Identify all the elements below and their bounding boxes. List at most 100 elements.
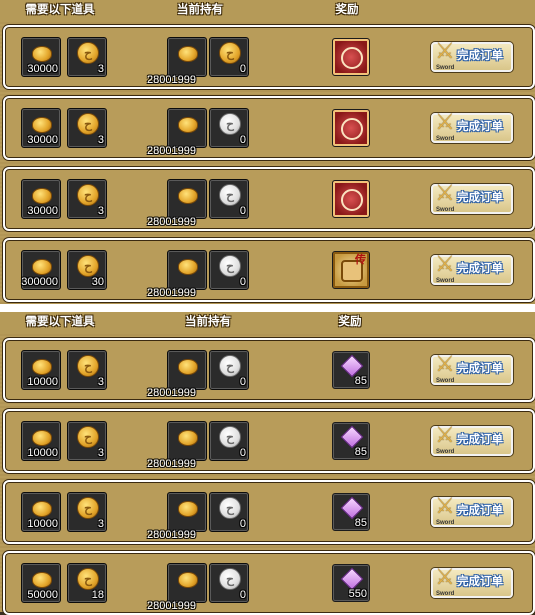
gem-icon: [340, 354, 364, 378]
current-token-slot[interactable]: ح 0: [209, 492, 249, 532]
required-coin-slot[interactable]: 30000: [21, 37, 61, 77]
ticket-icon: [341, 47, 363, 69]
coin-icon: [178, 501, 198, 517]
required-token-slot[interactable]: ح 30: [67, 250, 107, 290]
sword-icon: ⚔: [435, 351, 455, 376]
token-icon: ح: [77, 497, 99, 519]
current-token-slot[interactable]: ح 0: [209, 421, 249, 461]
required-token-slot[interactable]: ح 18: [67, 563, 107, 603]
current-token-slot[interactable]: ح 0: [209, 250, 249, 290]
panel-1-header: 需要以下道具 当前持有 奖励: [0, 0, 535, 22]
token-icon: ح: [77, 426, 99, 448]
complete-order-button[interactable]: ⚔ 完成订单 Sword: [431, 180, 513, 214]
complete-order-button[interactable]: ⚔ 完成订单 Sword: [431, 109, 513, 143]
current-token-count: 0: [239, 205, 246, 217]
required-token-slot[interactable]: ح 3: [67, 37, 107, 77]
current-coin-slot[interactable]: [167, 421, 207, 461]
header-current: 当前持有: [172, 314, 244, 331]
reward-slot[interactable]: 550: [332, 564, 370, 602]
reward-count: 85: [354, 375, 367, 387]
current-coin-slot[interactable]: [167, 350, 207, 390]
token-icon: ح: [219, 568, 241, 590]
complete-order-button[interactable]: ⚔ 完成订单 Sword: [431, 422, 513, 456]
current-coin-count: 28001999: [147, 600, 196, 612]
complete-order-button[interactable]: ⚔ 完成订单 Sword: [431, 38, 513, 72]
required-token-slot[interactable]: ح 3: [67, 421, 107, 461]
order-row: 50000 ح 18 28001999 ح 0 550 ⚔ 完成订单 Sword: [3, 551, 535, 615]
required-coin-count: 10000: [27, 376, 58, 388]
current-token-slot[interactable]: ح 0: [209, 37, 249, 77]
current-coin-slot[interactable]: [167, 563, 207, 603]
sword-icon: ⚔: [435, 180, 455, 205]
reward-slot[interactable]: [332, 109, 370, 147]
reward-count: 550: [348, 588, 367, 600]
required-token-count: 3: [97, 134, 104, 146]
button-sub-label: Sword: [436, 136, 455, 142]
reward-count: 85: [354, 446, 367, 458]
required-token-count: 3: [97, 518, 104, 530]
reward-slot[interactable]: [332, 180, 370, 218]
required-token-slot[interactable]: ح 3: [67, 350, 107, 390]
panel-2-header: 需要以下道具 当前持有 奖励: [0, 312, 535, 334]
order-row: 30000 ح 3 28001999 ح 0 ⚔ 完成订单 Sword: [3, 25, 535, 89]
complete-order-label: 完成订单: [457, 263, 503, 275]
complete-order-button[interactable]: ⚔ 完成订单 Sword: [431, 564, 513, 598]
reward-slot[interactable]: 85: [332, 422, 370, 460]
complete-order-button[interactable]: ⚔ 完成订单 Sword: [431, 251, 513, 285]
required-coin-slot[interactable]: 10000: [21, 350, 61, 390]
complete-order-label: 完成订单: [457, 505, 503, 517]
header-required: 需要以下道具: [14, 2, 106, 19]
order-row: 30000 ح 3 28001999 ح 0 ⚔ 完成订单 Sword: [3, 96, 535, 160]
coin-icon: [32, 117, 52, 133]
required-token-slot[interactable]: ح 3: [67, 492, 107, 532]
token-icon: ح: [77, 184, 99, 206]
complete-order-button[interactable]: ⚔ 完成订单 Sword: [431, 351, 513, 385]
header-required: 需要以下道具: [14, 314, 106, 331]
required-coin-slot[interactable]: 10000: [21, 492, 61, 532]
required-coin-slot[interactable]: 10000: [21, 421, 61, 461]
token-icon: ح: [77, 255, 99, 277]
required-coin-slot[interactable]: 300000: [21, 250, 61, 290]
token-icon: ح: [219, 355, 241, 377]
required-token-slot[interactable]: ح 3: [67, 108, 107, 148]
current-coin-slot[interactable]: [167, 250, 207, 290]
current-token-count: 0: [239, 447, 246, 459]
coin-icon: [32, 259, 52, 275]
reward-slot[interactable]: [332, 38, 370, 76]
order-row: 300000 ح 30 28001999 ح 0 传 ⚔ 完成订单 Sword: [3, 238, 535, 302]
coin-icon: [178, 117, 198, 133]
reward-slot[interactable]: 传: [332, 251, 370, 289]
panel-divider: [0, 304, 535, 312]
current-token-slot[interactable]: ح 0: [209, 563, 249, 603]
token-icon: ح: [219, 426, 241, 448]
current-token-count: 0: [239, 276, 246, 288]
current-coin-slot[interactable]: [167, 179, 207, 219]
button-sub-label: Sword: [436, 449, 455, 455]
required-coin-slot[interactable]: 30000: [21, 108, 61, 148]
current-coin-slot[interactable]: [167, 108, 207, 148]
order-row: 10000 ح 3 28001999 ح 0 85 ⚔ 完成订单 Sword: [3, 409, 535, 473]
coin-icon: [32, 572, 52, 588]
reward-slot[interactable]: 85: [332, 351, 370, 389]
reward-slot[interactable]: 85: [332, 493, 370, 531]
required-token-count: 3: [97, 376, 104, 388]
header-reward: 奖励: [316, 2, 378, 19]
current-coin-count: 28001999: [147, 529, 196, 541]
required-coin-slot[interactable]: 50000: [21, 563, 61, 603]
current-coin-slot[interactable]: [167, 492, 207, 532]
complete-order-label: 完成订单: [457, 50, 503, 62]
coin-icon: [178, 359, 198, 375]
reward-label: 传: [355, 254, 366, 266]
required-token-slot[interactable]: ح 3: [67, 179, 107, 219]
coin-icon: [32, 188, 52, 204]
current-coin-slot[interactable]: [167, 37, 207, 77]
required-coin-slot[interactable]: 30000: [21, 179, 61, 219]
complete-order-button[interactable]: ⚔ 完成订单 Sword: [431, 493, 513, 527]
ticket-icon: [341, 189, 363, 211]
required-coin-count: 10000: [27, 447, 58, 459]
current-token-slot[interactable]: ح 0: [209, 350, 249, 390]
current-token-slot[interactable]: ح 0: [209, 108, 249, 148]
current-token-count: 0: [239, 63, 246, 75]
gem-icon: [340, 567, 364, 591]
current-token-slot[interactable]: ح 0: [209, 179, 249, 219]
